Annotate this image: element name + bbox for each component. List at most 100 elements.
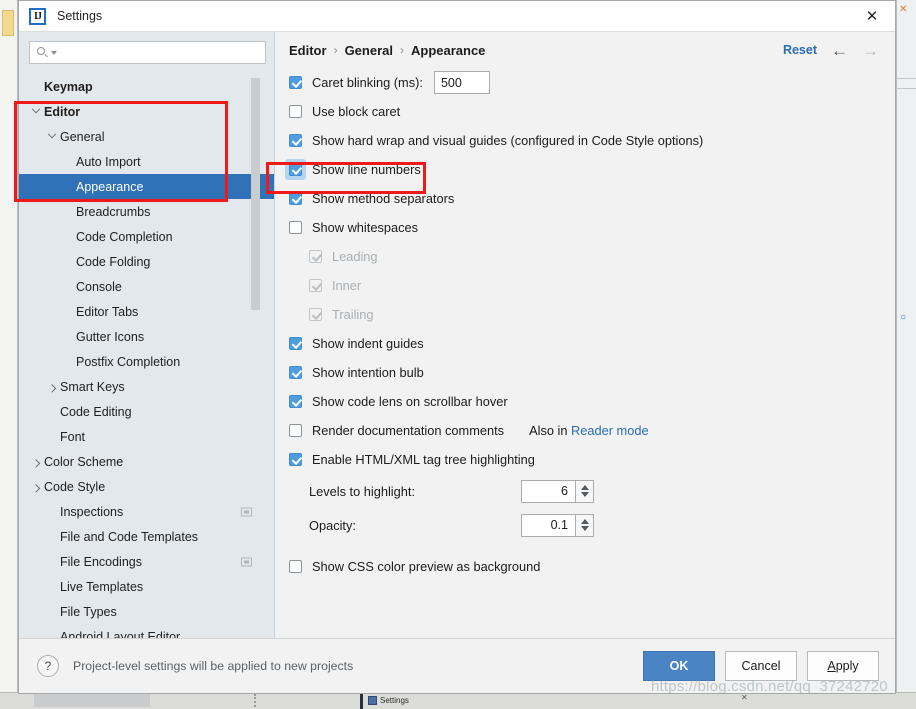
show-whitespaces-checkbox[interactable]: [289, 221, 302, 234]
close-icon[interactable]: ✕: [849, 1, 895, 31]
show-code-lens-checkbox[interactable]: [289, 395, 302, 408]
breadcrumb-item-general[interactable]: General: [345, 43, 393, 58]
sidebar-item-font[interactable]: Font: [19, 424, 274, 449]
sidebar-item-code-completion[interactable]: Code Completion: [19, 224, 274, 249]
show-intention-bulb-checkbox[interactable]: [289, 366, 302, 379]
chevron-down-icon[interactable]: [29, 104, 42, 118]
option-show-method-separators[interactable]: Show method separators: [289, 184, 895, 213]
opacity-input[interactable]: [521, 513, 575, 537]
sidebar-item-smart-keys[interactable]: Smart Keys: [19, 374, 274, 399]
sidebar-item-console[interactable]: Console: [19, 274, 274, 299]
show-hard-wrap-checkbox-wrap[interactable]: [289, 134, 302, 147]
breadcrumb-item-editor[interactable]: Editor: [289, 43, 327, 58]
stepper-down-icon[interactable]: [580, 492, 589, 497]
use-block-caret-checkbox[interactable]: [289, 105, 302, 118]
sidebar-item-file-encodings[interactable]: File Encodings: [19, 549, 274, 574]
show-line-numbers-checkbox[interactable]: [289, 163, 302, 176]
stepper-up-icon[interactable]: [580, 485, 589, 490]
levels-to-highlight-spinner[interactable]: [521, 479, 594, 503]
sidebar-item-code-editing[interactable]: Code Editing: [19, 399, 274, 424]
levels-to-highlight-input[interactable]: [521, 479, 575, 503]
caret-blinking-checkbox-wrap[interactable]: [289, 76, 302, 89]
sidebar-item-auto-import[interactable]: Auto Import: [19, 149, 274, 174]
enable-html-xml-checkbox-wrap[interactable]: [289, 453, 302, 466]
opacity-stepper[interactable]: [575, 513, 594, 537]
option-show-whitespaces[interactable]: Show whitespaces: [289, 213, 895, 242]
search-box[interactable]: [29, 41, 266, 64]
ok-button[interactable]: OK: [643, 651, 715, 681]
render-doc-comments-checkbox-wrap[interactable]: [289, 424, 302, 437]
sidebar-item-inspections[interactable]: Inspections: [19, 499, 274, 524]
show-css-color-preview-checkbox-wrap[interactable]: [289, 560, 302, 573]
opacity-spinner[interactable]: [521, 513, 594, 537]
show-css-color-preview-checkbox[interactable]: [289, 560, 302, 573]
chevron-down-icon[interactable]: [45, 129, 58, 143]
option-show-line-numbers[interactable]: Show line numbers: [285, 155, 895, 184]
cancel-button[interactable]: Cancel: [725, 651, 797, 681]
help-icon[interactable]: ?: [37, 655, 59, 677]
sidebar-item-editor[interactable]: Editor: [19, 99, 274, 124]
caret-blinking-checkbox[interactable]: [289, 76, 302, 89]
sidebar-item-editor-tabs[interactable]: Editor Tabs: [19, 299, 274, 324]
sidebar-item-code-style[interactable]: Code Style: [19, 474, 274, 499]
enable-html-xml-checkbox[interactable]: [289, 453, 302, 466]
show-hard-wrap-checkbox[interactable]: [289, 134, 302, 147]
apply-rest: pply: [835, 659, 859, 673]
breadcrumb-item-appearance[interactable]: Appearance: [411, 43, 485, 58]
sidebar-item-label: Auto Import: [76, 154, 141, 169]
show-method-separators-checkbox-wrap[interactable]: [289, 192, 302, 205]
use-block-caret-checkbox-wrap[interactable]: [289, 105, 302, 118]
sidebar-item-color-scheme[interactable]: Color Scheme: [19, 449, 274, 474]
option-enable-html-xml[interactable]: Enable HTML/XML tag tree highlighting: [289, 445, 895, 474]
option-render-doc-comments[interactable]: Render documentation comments Also in Re…: [289, 416, 895, 445]
sidebar-item-code-folding[interactable]: Code Folding: [19, 249, 274, 274]
option-caret-blinking[interactable]: Caret blinking (ms):: [289, 68, 895, 97]
show-intention-bulb-checkbox-wrap[interactable]: [289, 366, 302, 379]
sidebar-item-label: Code Editing: [60, 404, 132, 419]
sidebar-item-android-layout-editor[interactable]: Android Layout Editor: [19, 624, 274, 639]
sidebar-item-keymap[interactable]: Keymap: [19, 74, 274, 99]
use-block-caret-label: Use block caret: [312, 104, 401, 119]
sidebar-item-label: General: [60, 129, 105, 144]
chevron-down-icon[interactable]: [51, 50, 57, 55]
settings-tree[interactable]: Keymap Editor General Auto Import Appearance…: [19, 70, 274, 638]
chevron-right-icon[interactable]: [29, 455, 42, 468]
chevron-right-icon[interactable]: [29, 480, 42, 493]
back-arrow-icon[interactable]: ←: [831, 42, 848, 59]
sidebar-item-general[interactable]: General: [19, 124, 274, 149]
sidebar-item-file-and-code-templates[interactable]: File and Code Templates: [19, 524, 274, 549]
sidebar-item-file-types[interactable]: File Types: [19, 599, 274, 624]
stepper-up-icon[interactable]: [580, 519, 589, 524]
option-show-css-color-preview[interactable]: Show CSS color preview as background: [289, 552, 895, 581]
sidebar-scrollbar-thumb[interactable]: [251, 78, 260, 310]
sidebar-item-breadcrumbs[interactable]: Breadcrumbs: [19, 199, 274, 224]
show-whitespaces-checkbox-wrap[interactable]: [289, 221, 302, 234]
option-show-intention-bulb[interactable]: Show intention bulb: [289, 358, 895, 387]
sidebar-item-label: Editor: [44, 104, 81, 119]
render-doc-comments-checkbox[interactable]: [289, 424, 302, 437]
show-line-numbers-checkbox-wrap[interactable]: [285, 159, 306, 180]
option-show-indent-guides[interactable]: Show indent guides: [289, 329, 895, 358]
reset-link[interactable]: Reset: [783, 43, 817, 57]
reader-mode-link[interactable]: Reader mode: [571, 423, 649, 438]
sidebar-scrollbar-track[interactable]: [251, 70, 267, 638]
sidebar-item-postfix-completion[interactable]: Postfix Completion: [19, 349, 274, 374]
sidebar-item-label: Code Folding: [76, 254, 151, 269]
levels-to-highlight-stepper[interactable]: [575, 479, 594, 503]
chevron-right-icon[interactable]: [45, 380, 58, 393]
sidebar-item-appearance[interactable]: Appearance: [19, 174, 274, 199]
settings-dialog: IJ Settings ✕ Keymap Editor General Auto Im…: [18, 0, 896, 694]
show-method-separators-checkbox[interactable]: [289, 192, 302, 205]
search-input[interactable]: [61, 44, 259, 61]
show-indent-guides-checkbox-wrap[interactable]: [289, 337, 302, 350]
show-code-lens-checkbox-wrap[interactable]: [289, 395, 302, 408]
option-show-code-lens[interactable]: Show code lens on scrollbar hover: [289, 387, 895, 416]
option-show-hard-wrap[interactable]: Show hard wrap and visual guides (config…: [289, 126, 895, 155]
sidebar-item-gutter-icons[interactable]: Gutter Icons: [19, 324, 274, 349]
stepper-down-icon[interactable]: [580, 526, 589, 531]
show-indent-guides-checkbox[interactable]: [289, 337, 302, 350]
apply-button[interactable]: Apply: [807, 651, 879, 681]
option-use-block-caret[interactable]: Use block caret: [289, 97, 895, 126]
caret-blinking-input[interactable]: [433, 71, 490, 94]
sidebar-item-live-templates[interactable]: Live Templates: [19, 574, 274, 599]
